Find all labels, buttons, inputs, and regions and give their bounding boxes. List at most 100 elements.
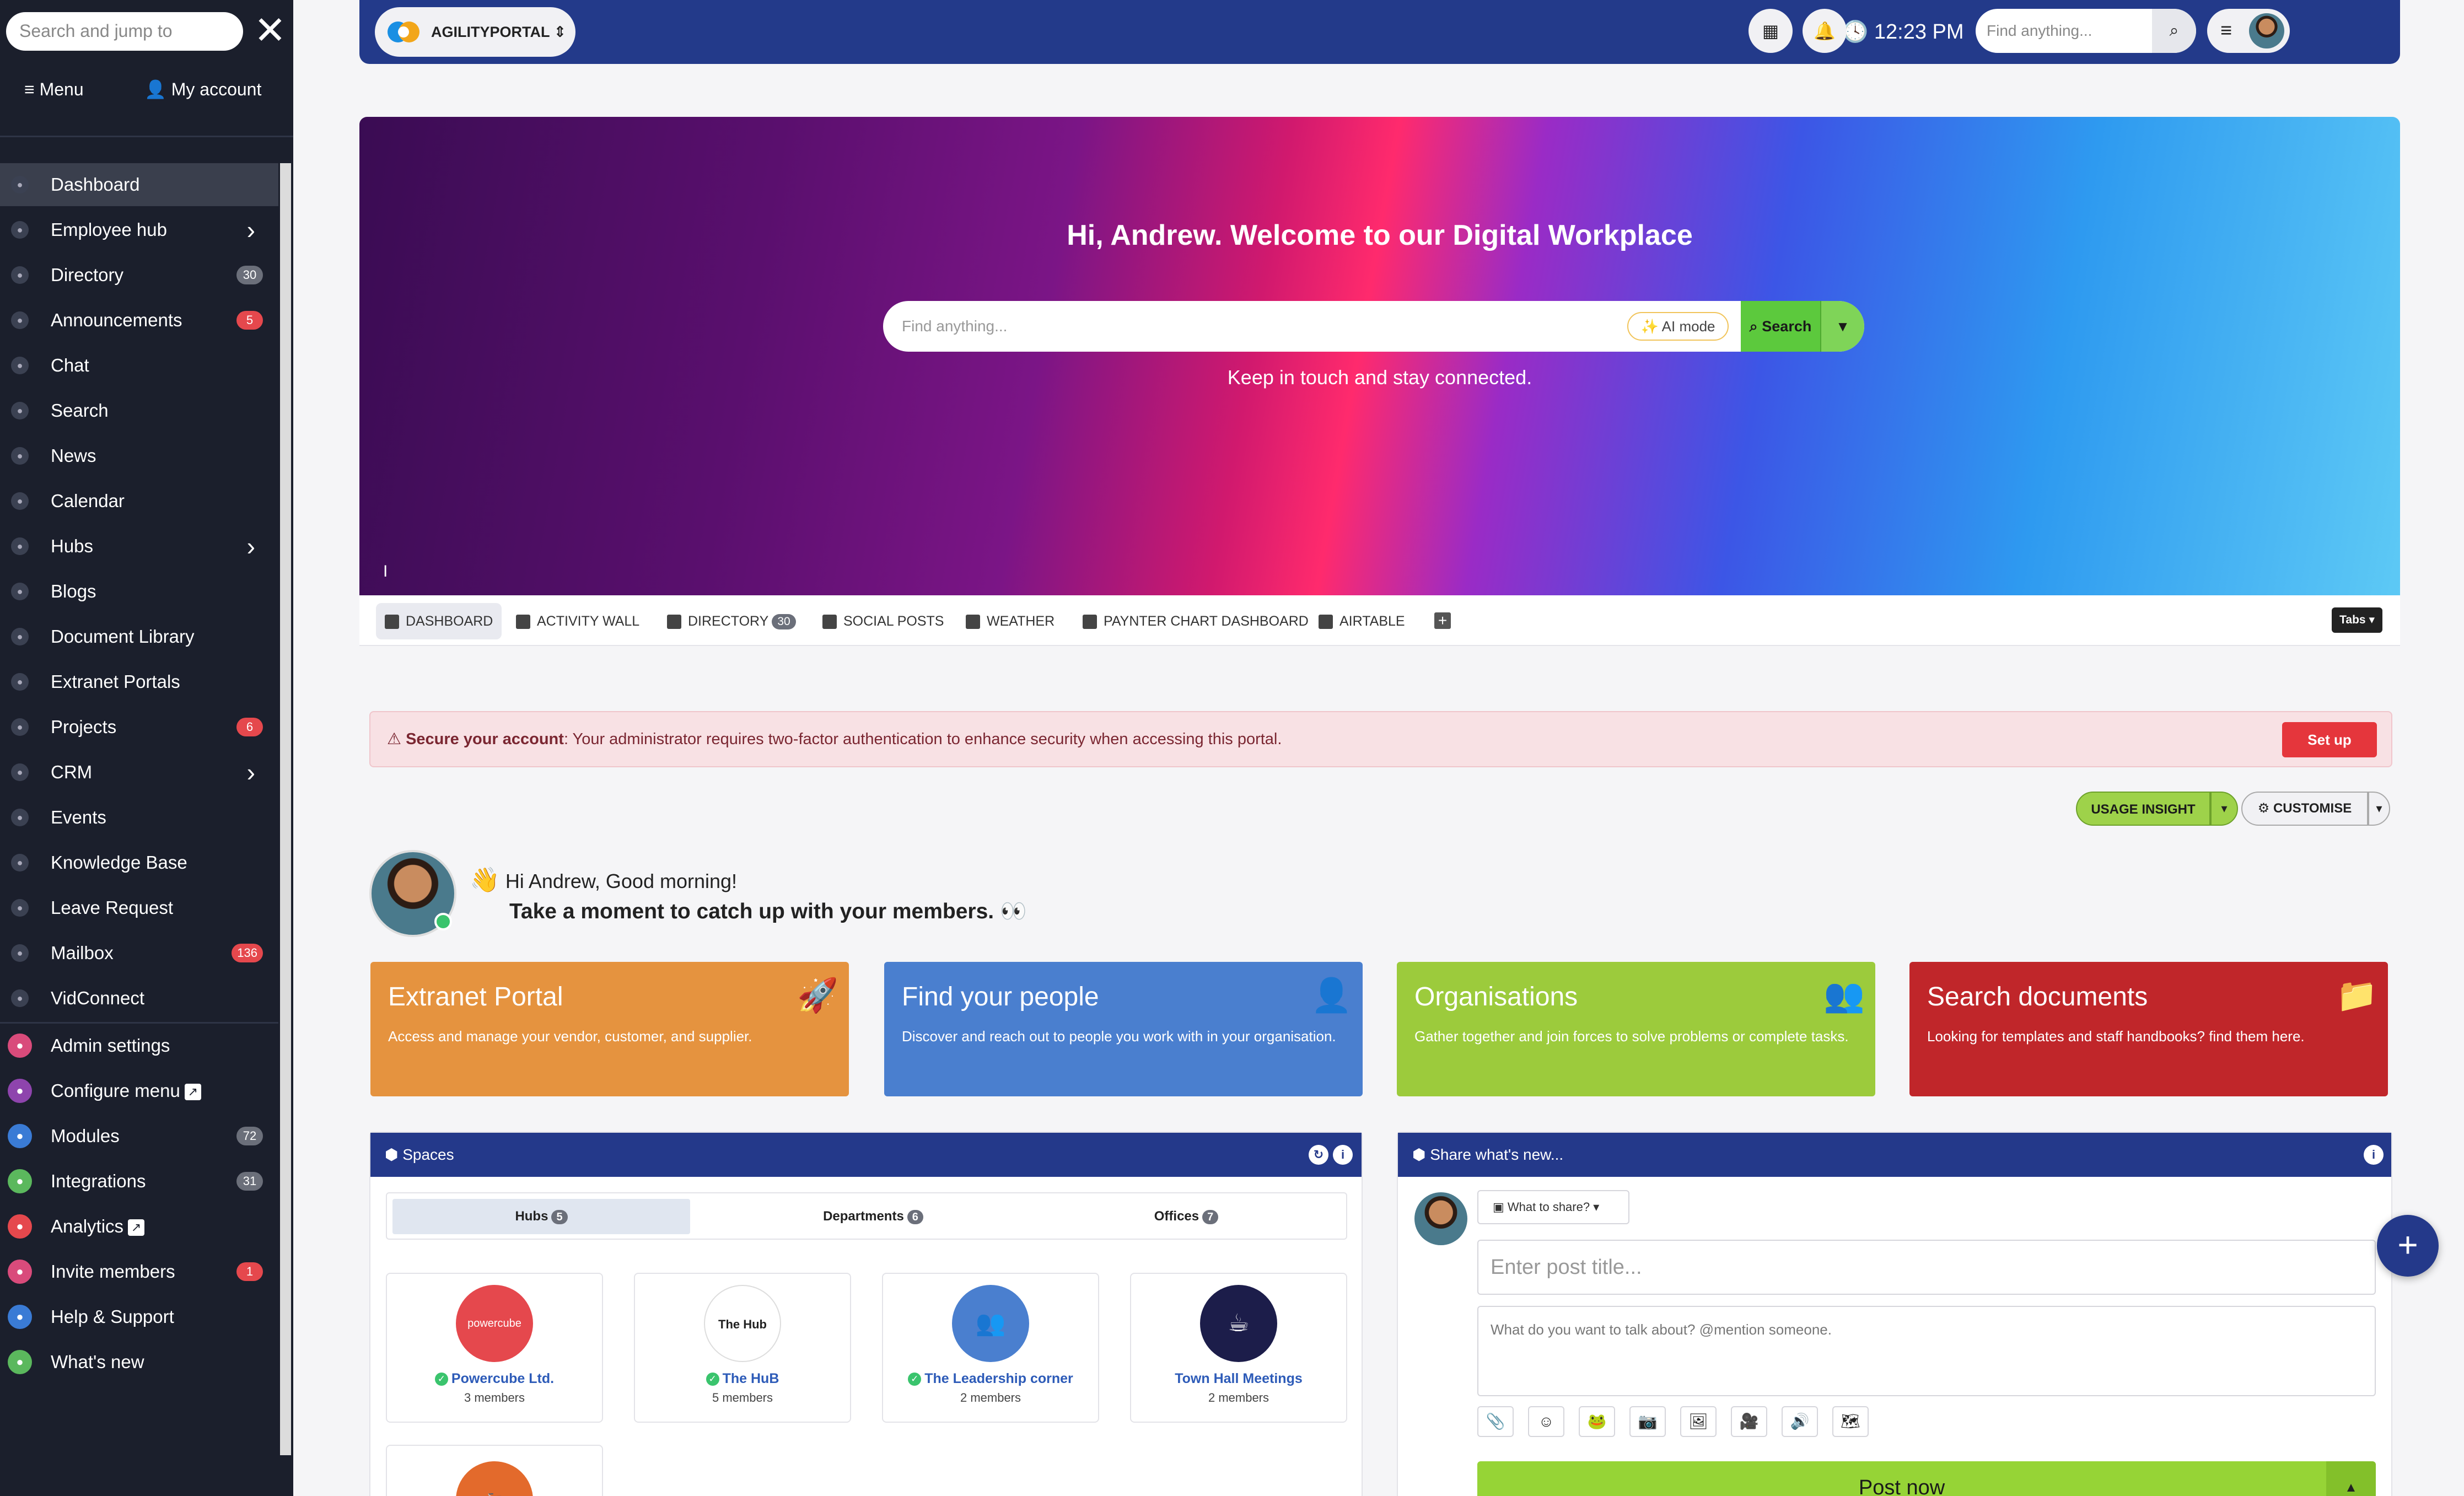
- sidebar-item-invite-members[interactable]: ● Invite members 1: [0, 1250, 278, 1293]
- tab-airtable[interactable]: AIRTABLE: [1319, 603, 1405, 639]
- paperclip-icon[interactable]: 📎: [1477, 1406, 1514, 1437]
- sidebar-item-chat[interactable]: ● Chat: [0, 344, 278, 387]
- chevron-right-icon[interactable]: ›: [247, 208, 255, 251]
- sidebar-item-configure-menu[interactable]: ● Configure menu ↗: [0, 1069, 278, 1112]
- hub-card[interactable]: 👥 ✓ The Leadership corner 2 members: [882, 1273, 1099, 1423]
- sidebar-item-leave-request[interactable]: ● Leave Request: [0, 886, 278, 929]
- sidebar-item-admin-settings[interactable]: ● Admin settings: [0, 1024, 278, 1067]
- tab-social-posts[interactable]: SOCIAL POSTS: [822, 603, 944, 639]
- sidebar-item-knowledge-base[interactable]: ● Knowledge Base: [0, 841, 278, 884]
- sidebar-search-input[interactable]: Search and jump to: [6, 12, 243, 51]
- portal-switcher[interactable]: AGILITYPORTAL ⇕: [375, 7, 575, 57]
- calendar-icon: ●: [11, 492, 29, 510]
- my-account-button[interactable]: 👤 My account: [144, 73, 261, 106]
- tab-weather[interactable]: WEATHER: [966, 603, 1055, 639]
- sidebar-item-extranet-portals[interactable]: ● Extranet Portals: [0, 660, 278, 703]
- doc-icon: ▣: [1493, 1200, 1508, 1214]
- sidebar-item-document-library[interactable]: ● Document Library: [0, 615, 278, 658]
- tab-dashboard[interactable]: DASHBOARD: [376, 603, 502, 639]
- sidebar-item-search[interactable]: ● Search: [0, 389, 278, 432]
- refresh-icon[interactable]: ↻: [1309, 1145, 1328, 1165]
- sidebar-item-mailbox[interactable]: ● Mailbox 136: [0, 932, 278, 975]
- audio-icon[interactable]: 🔊: [1782, 1406, 1818, 1437]
- hub-card[interactable]: The Hub ✓ The HuB 5 members: [634, 1273, 851, 1423]
- sidebar-item-label: Invite members: [51, 1261, 175, 1282]
- info-icon[interactable]: i: [2364, 1145, 2384, 1165]
- chevron-down-icon[interactable]: ▼: [1820, 301, 1864, 352]
- sidebar-item-analytics[interactable]: ● Analytics ↗: [0, 1205, 278, 1248]
- sidebar-item-blogs[interactable]: ● Blogs: [0, 570, 278, 613]
- usage-insight-button[interactable]: USAGE INSIGHT: [2076, 792, 2210, 826]
- tab-paynter-chart-dashboard[interactable]: PAYNTER CHART DASHBOARD: [1083, 603, 1309, 639]
- chevron-down-icon[interactable]: ▾: [2210, 792, 2238, 826]
- bell-icon[interactable]: 🔔: [1803, 9, 1847, 53]
- sidebar-item-projects[interactable]: ● Projects 6: [0, 706, 278, 749]
- sidebar-scrollbar[interactable]: [280, 163, 291, 1455]
- video-icon[interactable]: 🎥: [1731, 1406, 1767, 1437]
- close-icon[interactable]: ✕: [251, 11, 289, 51]
- sidebar-item-label: Search: [51, 400, 109, 421]
- tabs-dropdown[interactable]: Tabs ▾: [2332, 607, 2382, 633]
- hero-search-input[interactable]: Find anything... ✨ AI mode ⌕ Search ▼: [883, 301, 1864, 352]
- user-menu[interactable]: ≡: [2207, 9, 2290, 53]
- plug-icon: ●: [8, 1169, 32, 1193]
- info-icon[interactable]: i: [1333, 1145, 1353, 1165]
- setup-button[interactable]: Set up: [2282, 722, 2377, 757]
- sidebar-item-crm[interactable]: ● CRM ›: [0, 751, 278, 794]
- card-extranet-portal[interactable]: Extranet Portal Access and manage your ve…: [370, 962, 849, 1096]
- gif-icon[interactable]: 🐸: [1579, 1406, 1615, 1437]
- sidebar-item-vidconnect[interactable]: ● VidConnect: [0, 977, 278, 1020]
- sidebar-item-help-support[interactable]: ● Help & Support: [0, 1295, 278, 1338]
- share-title: Share what's new...: [1430, 1146, 1564, 1163]
- card-find-your-people[interactable]: Find your people Discover and reach out t…: [884, 962, 1363, 1096]
- menu-button[interactable]: ≡ Menu: [24, 73, 84, 106]
- sidebar-item-employee-hub[interactable]: ● Employee hub ›: [0, 208, 278, 251]
- sidebar-item-hubs[interactable]: ● Hubs ›: [0, 525, 278, 568]
- ai-mode-toggle[interactable]: ✨ AI mode: [1627, 312, 1729, 341]
- sidebar-item-what-s-new[interactable]: ● What's new: [0, 1341, 278, 1384]
- sort-icon: ⇕: [550, 24, 567, 40]
- chevron-right-icon[interactable]: ›: [247, 751, 255, 794]
- sidebar-item-dashboard[interactable]: ● Dashboard: [0, 163, 278, 206]
- segment-offices[interactable]: Offices 7: [1037, 1199, 1335, 1234]
- top-search-input[interactable]: Find anything... ⌕: [1976, 9, 2196, 53]
- hero-search-button[interactable]: ⌕ Search: [1741, 301, 1820, 352]
- sidebar-item-news[interactable]: ● News: [0, 434, 278, 477]
- map-icon[interactable]: 🗺: [1832, 1406, 1869, 1437]
- account-label: My account: [171, 79, 262, 99]
- post-title-input[interactable]: Enter post title...: [1477, 1240, 2376, 1295]
- sidebar-item-integrations[interactable]: ● Integrations 31: [0, 1160, 278, 1203]
- add-tab-icon[interactable]: +: [1434, 603, 1451, 639]
- post-now-button[interactable]: Post now: [1477, 1461, 2326, 1496]
- sidebar-item-calendar[interactable]: ● Calendar: [0, 480, 278, 523]
- what-to-share-dropdown[interactable]: ▣ What to share? ▾: [1477, 1190, 1629, 1224]
- image-icon[interactable]: 🖼: [1680, 1406, 1717, 1437]
- card-organisations[interactable]: Organisations Gather together and join fo…: [1397, 962, 1875, 1096]
- chevron-up-icon[interactable]: ▲: [2326, 1461, 2376, 1496]
- add-button[interactable]: +: [2377, 1215, 2439, 1277]
- warning-icon: ⚠: [387, 730, 406, 748]
- hub-card[interactable]: 🚲: [386, 1445, 603, 1496]
- chevron-down-icon[interactable]: ▾: [2368, 792, 2390, 826]
- chevron-right-icon[interactable]: ›: [247, 525, 255, 568]
- hubs-icon: ●: [11, 537, 29, 555]
- hub-logo: 👥: [952, 1285, 1029, 1362]
- sidebar-item-label: Analytics: [51, 1216, 124, 1236]
- segment-hubs[interactable]: Hubs 5: [392, 1199, 690, 1234]
- customise-button[interactable]: ⚙ CUSTOMISE: [2241, 792, 2368, 826]
- post-body-input[interactable]: What do you want to talk about? @mention…: [1477, 1306, 2376, 1396]
- emoji-icon[interactable]: ☺: [1528, 1406, 1564, 1437]
- hub-card[interactable]: powercube ✓ Powercube Ltd. 3 members: [386, 1273, 603, 1423]
- sidebar-item-directory[interactable]: ● Directory 30: [0, 254, 278, 297]
- sidebar-item-announcements[interactable]: ● Announcements 5: [0, 299, 278, 342]
- sidebar-item-events[interactable]: ● Events: [0, 796, 278, 839]
- calendar-icon[interactable]: ▦: [1749, 9, 1793, 53]
- tab-activity-wall[interactable]: ACTIVITY WALL: [516, 603, 639, 639]
- tab-directory[interactable]: DIRECTORY 30: [667, 603, 796, 639]
- segment-departments[interactable]: Departments 6: [724, 1199, 1022, 1234]
- sidebar-item-modules[interactable]: ● Modules 72: [0, 1115, 278, 1158]
- search-icon[interactable]: ⌕: [2152, 9, 2196, 53]
- hub-card[interactable]: ☕ Town Hall Meetings 2 members: [1130, 1273, 1347, 1423]
- camera-icon[interactable]: 📷: [1629, 1406, 1666, 1437]
- card-search-documents[interactable]: Search documents Looking for templates an…: [1909, 962, 2388, 1096]
